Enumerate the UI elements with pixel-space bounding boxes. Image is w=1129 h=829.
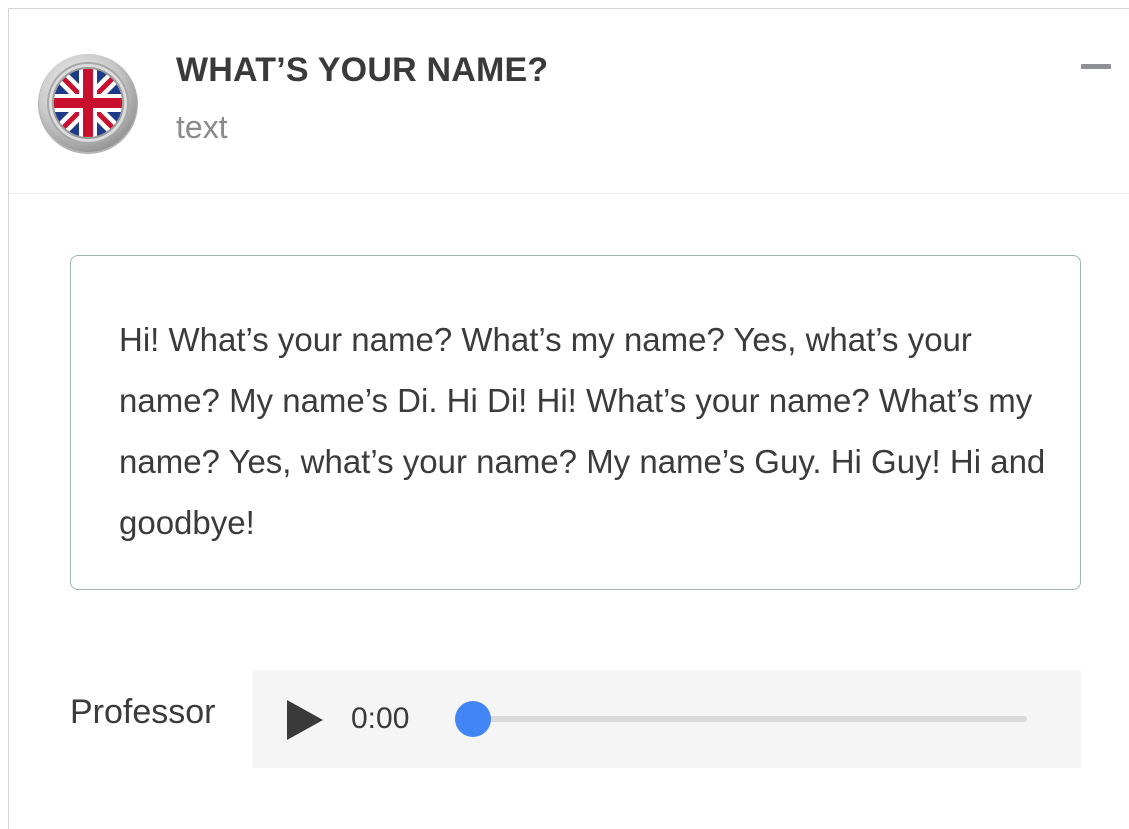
speaker-label: Professor xyxy=(70,693,216,731)
collapse-button[interactable] xyxy=(1079,55,1113,79)
lesson-title: WHAT’S YOUR NAME? xyxy=(176,51,549,89)
lesson-header: WHAT’S YOUR NAME? text xyxy=(9,9,1129,194)
play-icon xyxy=(287,700,323,740)
passage-text: Hi! What’s your name? What’s my name? Ye… xyxy=(119,321,1046,541)
current-time: 0:00 xyxy=(351,702,410,735)
play-button[interactable] xyxy=(285,699,325,741)
uk-flag-icon xyxy=(34,49,142,157)
lesson-card: WHAT’S YOUR NAME? text Hi! What’s your n… xyxy=(8,8,1129,829)
seek-bar[interactable] xyxy=(455,701,1027,737)
lesson-subtitle: text xyxy=(176,109,228,145)
seek-thumb[interactable] xyxy=(455,701,491,737)
minus-icon xyxy=(1081,64,1111,69)
audio-player: 0:00 xyxy=(253,670,1081,768)
passage-box: Hi! What’s your name? What’s my name? Ye… xyxy=(70,255,1081,590)
